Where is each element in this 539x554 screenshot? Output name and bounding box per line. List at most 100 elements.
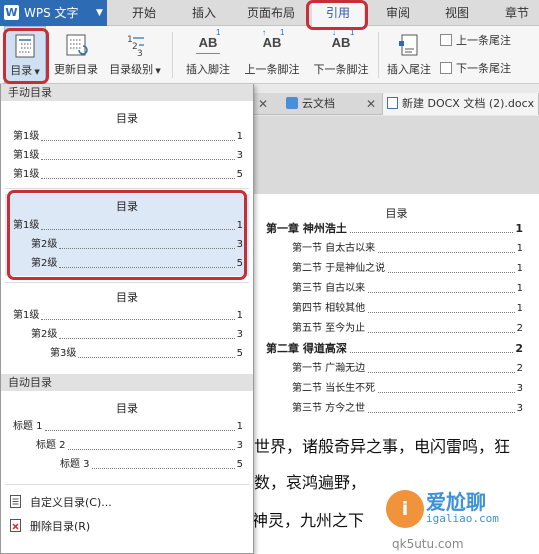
document-toc-section[interactable]: 第四节 相较其他 1 (266, 300, 523, 316)
toc-button[interactable]: 目录 ▼ (4, 26, 46, 84)
tab-view[interactable]: 视图 (434, 0, 480, 26)
document-area: 目录 第一章 神州浩土 1 第一节 自太古以来 1 第二节 于是神仙之说 1 第三节 … (236, 116, 539, 554)
toc-option-line: 第3级 5 (50, 345, 243, 361)
update-toc-label: 更新目录 (54, 63, 98, 76)
manual-toc-header: 手动目录 (1, 84, 253, 101)
toc-entry-text: 第一节 自太古以来 (292, 243, 376, 254)
toc-style-option-2[interactable]: 目录 第1级 1 第2级 3 第2级 5 (5, 194, 249, 276)
svg-text:3: 3 (137, 49, 143, 58)
toc-line-text: 标题 2 (36, 440, 66, 451)
watermark-url-secondary: qk5utu.com (392, 537, 464, 551)
tab-references[interactable]: 引用 (312, 0, 364, 26)
app-menu-button[interactable]: W WPS 文字 ▼ (0, 0, 107, 26)
insert-footnote-label: 插入脚注 (186, 63, 230, 76)
document-tab-bar: ✕ 云文档 ✕ 新建 DOCX 文档 (2).docx (254, 93, 539, 115)
document-toc-section[interactable]: 第五节 至今为止 2 (266, 320, 523, 336)
leader-dots (41, 229, 235, 230)
toc-line-text: 第1级 (13, 310, 40, 321)
leader-dots (368, 372, 515, 373)
toc-entry-page: 1 (516, 303, 523, 314)
leader-dots (368, 412, 515, 413)
leader-dots (378, 252, 515, 253)
next-endnote-button[interactable]: 下一条尾注 (440, 60, 511, 78)
toc-option-line: 第1级 1 (13, 217, 243, 233)
tab-chapter[interactable]: 章节 (495, 0, 539, 26)
toc-line-page: 3 (236, 440, 243, 451)
toc-entry-text: 第三节 自古以来 (292, 283, 366, 294)
update-toc-icon (66, 34, 88, 56)
document-body-line: 数，哀鸿遍野， (254, 473, 367, 492)
toc-option-line: 第1级 1 (13, 307, 243, 323)
document-body-line: 般神灵，九州之下 (236, 511, 365, 530)
document-toc-section[interactable]: 第三节 方今之世 3 (266, 400, 523, 416)
toc-entry-text: 第五节 至今为止 (292, 323, 366, 334)
ribbon-toolbar: 目录 ▼ 更新目录 1 2 3 目录级别 ▼ 1 AB 插入脚注 ↑ 1 AB … (0, 26, 539, 84)
prev-footnote-button[interactable]: ↑ 1 AB 上一条脚注 (238, 26, 306, 84)
toc-entry-text: 第二节 于是神仙之说 (292, 263, 386, 274)
tab-home[interactable]: 开始 (121, 0, 167, 26)
document-toc-section[interactable]: 第二节 于是神仙之说 1 (266, 260, 523, 276)
document-toc-section[interactable]: 第三节 自古以来 1 (266, 280, 523, 296)
next-endnote-icon (440, 62, 452, 74)
insert-endnote-button[interactable]: 插入尾注 (382, 26, 436, 84)
insert-footnote-button[interactable]: 1 AB 插入脚注 (180, 26, 236, 84)
menu-divider (5, 188, 249, 189)
toc-line-page: 1 (236, 131, 243, 142)
toc-entry-page: 2 (516, 363, 523, 374)
toc-style-option-3[interactable]: 目录 第1级 1 第2级 3 第3级 5 (5, 286, 249, 366)
leader-dots (41, 319, 235, 320)
toc-entry-page: 1 (516, 283, 523, 294)
tab-insert[interactable]: 插入 (181, 0, 227, 26)
doc-tab-cloud[interactable]: 云文档 (280, 93, 364, 115)
toc-option-line: 标题 1 1 (13, 418, 243, 434)
close-icon[interactable]: ✕ (366, 93, 376, 115)
wps-logo-icon: W (4, 5, 19, 20)
leader-dots (91, 468, 235, 469)
delete-toc-command[interactable]: 删除目录(R) (9, 518, 90, 536)
document-toc-chapter[interactable]: 第一章 神州浩土 1 (266, 220, 523, 236)
doc-tab-docx-label: 新建 DOCX 文档 (2).docx (402, 97, 535, 110)
toc-level-button[interactable]: 1 2 3 目录级别 ▼ (104, 26, 166, 84)
leader-dots (44, 430, 235, 431)
close-icon[interactable]: ✕ (258, 93, 268, 115)
toc-entry-text: 第一章 神州浩土 (266, 222, 347, 235)
leader-dots (67, 449, 235, 450)
document-toc-section[interactable]: 第一节 广瀚无边 2 (266, 360, 523, 376)
toc-line-text: 标题 3 (60, 459, 90, 470)
toc-level-label: 目录级别 ▼ (109, 63, 161, 76)
toc-level-icon: 1 2 3 (127, 35, 144, 58)
custom-toc-command[interactable]: 自定义目录(C)... (9, 494, 112, 512)
toc-style-option-auto[interactable]: 目录 标题 1 1 标题 2 3 标题 3 5 (5, 396, 249, 476)
toc-line-text: 第1级 (13, 169, 40, 180)
toc-line-page: 5 (236, 169, 243, 180)
toc-option-title: 目录 (116, 112, 138, 125)
delete-document-icon (9, 519, 22, 532)
update-toc-button[interactable]: 更新目录 (51, 26, 101, 84)
leader-dots (78, 357, 235, 358)
tab-review[interactable]: 审阅 (375, 0, 421, 26)
document-toc-chapter[interactable]: 第二章 得道高深 2 (266, 340, 523, 356)
tab-page-layout[interactable]: 页面布局 (240, 0, 302, 26)
doc-tab-docx[interactable]: 新建 DOCX 文档 (2).docx (382, 93, 539, 115)
toc-line-page: 5 (236, 258, 243, 269)
document-list-icon (9, 495, 22, 508)
toc-line-text: 第1级 (13, 220, 40, 231)
leader-dots (41, 178, 235, 179)
document-toc-section[interactable]: 第二节 当长生不死 3 (266, 380, 523, 396)
toc-option-line: 第1级 5 (13, 166, 243, 182)
toc-line-text: 第2级 (31, 239, 58, 250)
toc-style-option-1[interactable]: 目录 第1级 1 第1级 3 第1级 5 (5, 106, 249, 186)
next-footnote-button[interactable]: ↓ 1 AB 下一条脚注 (308, 26, 374, 84)
toc-entry-page: 1 (516, 263, 523, 274)
ribbon-tab-bar: W WPS 文字 ▼ 开始 插入 页面布局 引用 审阅 视图 章节 (0, 0, 539, 26)
toc-line-text: 第3级 (50, 348, 77, 359)
toc-entry-text: 第三节 方今之世 (292, 403, 366, 414)
document-toc-section[interactable]: 第一节 自太古以来 1 (266, 240, 523, 256)
prev-endnote-button[interactable]: 上一条尾注 (440, 32, 511, 50)
leader-dots (59, 267, 235, 268)
chevron-down-icon: ▼ (96, 8, 103, 18)
toc-line-page: 3 (236, 150, 243, 161)
toc-line-page: 5 (236, 348, 243, 359)
footnote-ab-icon: AB (198, 35, 218, 50)
chevron-down-icon: ▼ (32, 68, 40, 76)
